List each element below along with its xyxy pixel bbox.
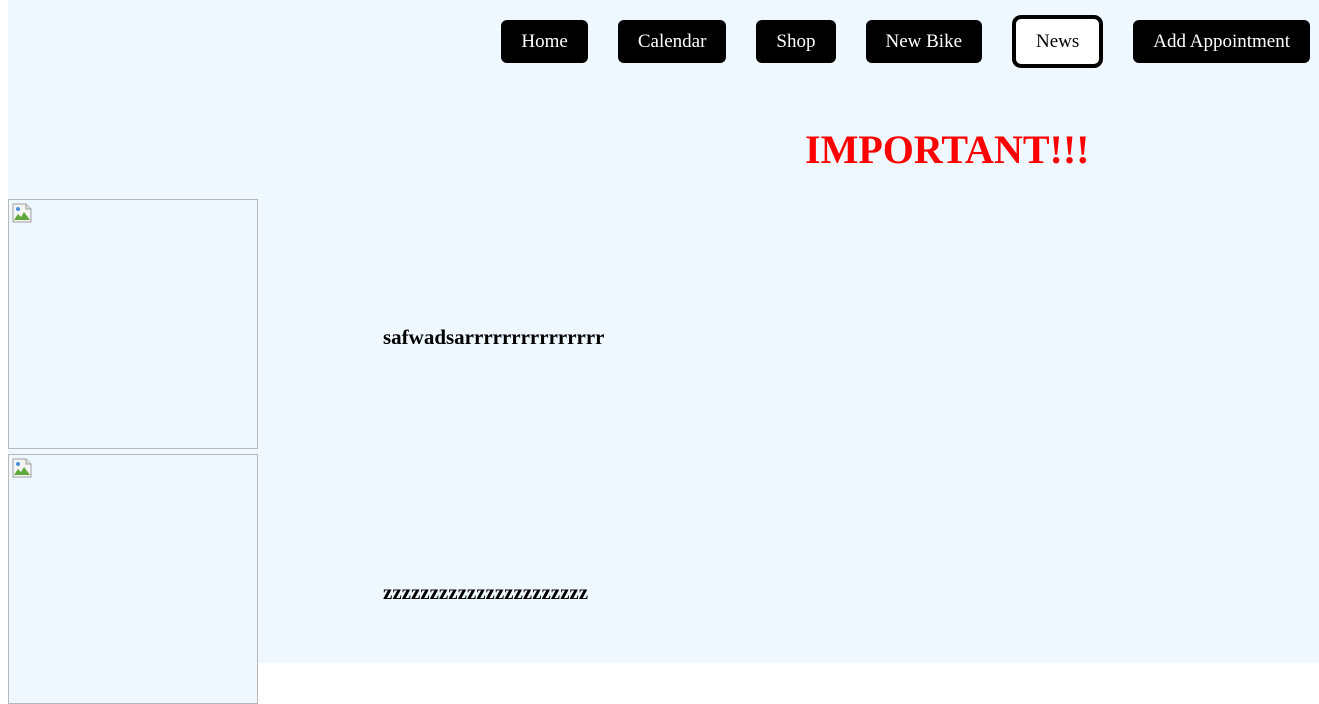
- news-text: zzzzzzzzzzzzzzzzzzzzzz: [383, 580, 589, 604]
- nav-shop-button[interactable]: Shop: [756, 20, 836, 63]
- broken-image-icon: [12, 203, 32, 223]
- main-nav: Home Calendar Shop New Bike News Add App…: [501, 15, 1310, 68]
- news-item: zzzzzzzzzzzzzzzzzzzzzz: [8, 454, 1319, 704]
- nav-add-appointment-button[interactable]: Add Appointment: [1133, 20, 1310, 63]
- broken-image-icon: [12, 458, 32, 478]
- news-image: [8, 199, 258, 449]
- nav-news-button[interactable]: News: [1012, 15, 1104, 68]
- page-headline: IMPORTANT!!!: [805, 127, 1090, 172]
- news-image: [8, 454, 258, 704]
- nav-calendar-button[interactable]: Calendar: [617, 20, 727, 63]
- news-text: safwadsarrrrrrrrrrrrrrr: [383, 325, 605, 349]
- nav-new-bike-button[interactable]: New Bike: [865, 20, 983, 63]
- news-item: safwadsarrrrrrrrrrrrrrr: [8, 199, 1319, 449]
- news-page: Home Calendar Shop New Bike News Add App…: [8, 0, 1319, 704]
- nav-home-button[interactable]: Home: [501, 20, 588, 63]
